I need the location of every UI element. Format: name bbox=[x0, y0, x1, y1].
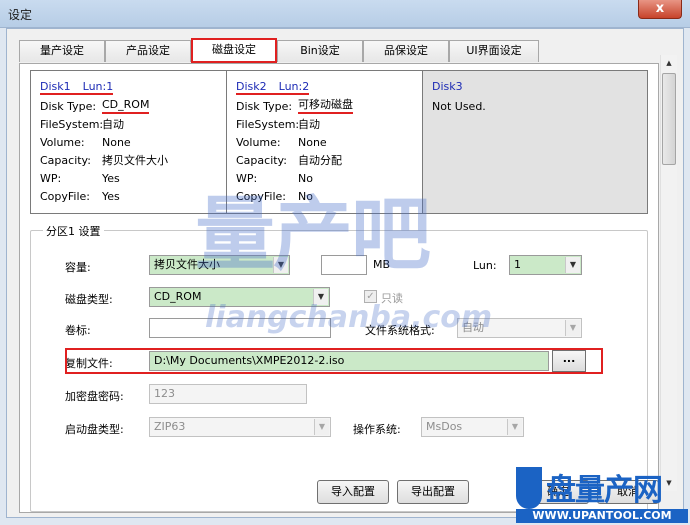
disk2-row: FileSystem: 自动 bbox=[236, 116, 422, 134]
lun-value: 1 bbox=[514, 258, 521, 271]
copy-file-highlight bbox=[65, 348, 603, 374]
disk2-row: Disk Type: 可移动磁盘 bbox=[236, 98, 422, 116]
capacity-label: 容量: bbox=[65, 261, 91, 274]
disk1-value: Yes bbox=[102, 190, 120, 203]
logo-cn-text: 盘量产网 bbox=[546, 473, 663, 508]
boot-type-label: 启动盘类型: bbox=[65, 423, 124, 436]
disk3-card[interactable]: Disk3 Not Used. bbox=[423, 71, 647, 213]
disk1-row: Disk Type: CD_ROM bbox=[40, 98, 226, 116]
disk3-name: Disk3 bbox=[432, 80, 463, 93]
disk3-status: Not Used. bbox=[432, 100, 486, 113]
disk2-key: Volume: bbox=[236, 136, 281, 149]
watermark-url: liangchanba.com bbox=[205, 300, 493, 335]
disk1-row: Capacity: 拷贝文件大小 bbox=[40, 152, 226, 170]
disk2-row: Volume: None bbox=[236, 134, 422, 152]
disk1-lun: Lun:1 bbox=[70, 80, 114, 95]
disk1-key: WP: bbox=[40, 172, 62, 185]
close-button[interactable]: x bbox=[638, 0, 682, 19]
tab-quality[interactable]: 品保设定 bbox=[363, 40, 449, 62]
disk1-type-value: CD_ROM bbox=[102, 98, 150, 114]
boot-type-value: ZIP63 bbox=[154, 420, 186, 433]
disk1-value: 拷贝文件大小 bbox=[102, 154, 168, 167]
os-select[interactable]: MsDos ▼ bbox=[421, 417, 524, 437]
disk1-key: Volume: bbox=[40, 136, 85, 149]
disk2-key: FileSystem: bbox=[236, 118, 300, 131]
disk2-lun: Lun:2 bbox=[266, 80, 310, 95]
disk1-value: Yes bbox=[102, 172, 120, 185]
disk-type-value: CD_ROM bbox=[154, 290, 202, 303]
disk2-name: Disk2 bbox=[236, 80, 267, 95]
disk1-key: FileSystem: bbox=[40, 118, 104, 131]
disk-type-label: 磁盘类型: bbox=[65, 293, 113, 306]
lun-label: Lun: bbox=[473, 259, 497, 272]
disk1-key: Capacity: bbox=[40, 154, 91, 167]
disk1-value: None bbox=[102, 136, 131, 149]
vertical-scrollbar[interactable]: ▲ ▼ bbox=[660, 55, 677, 491]
tab-bin[interactable]: Bin设定 bbox=[277, 40, 363, 62]
disk2-value: None bbox=[298, 136, 327, 149]
chevron-down-icon: ▼ bbox=[565, 257, 580, 273]
site-logo: 盘量产网 WWW.UPANTOOL.COM bbox=[516, 467, 688, 523]
export-config-button[interactable]: 导出配置 bbox=[397, 480, 469, 504]
disk2-value: 自动分配 bbox=[298, 154, 342, 167]
chevron-down-icon: ▼ bbox=[565, 320, 580, 336]
disk1-key: CopyFile: bbox=[40, 190, 91, 203]
disk2-row: Capacity: 自动分配 bbox=[236, 152, 422, 170]
disk1-value: 自动 bbox=[102, 118, 124, 131]
partition1-group-title: 分区1 设置 bbox=[43, 223, 104, 239]
disk1-row: Volume: None bbox=[40, 134, 226, 152]
logo-domain: WWW.UPANTOOL.COM bbox=[516, 509, 688, 523]
disk1-row: FileSystem: 自动 bbox=[40, 116, 226, 134]
disk2-key: Capacity: bbox=[236, 154, 287, 167]
title-bar: 设定 x bbox=[0, 0, 690, 28]
tab-ui[interactable]: UI界面设定 bbox=[449, 40, 539, 62]
disk2-header: Disk2 Lun:2 bbox=[236, 80, 422, 98]
scroll-thumb[interactable] bbox=[662, 73, 676, 165]
u-disk-logo-icon bbox=[516, 467, 542, 509]
volume-label: 卷标: bbox=[65, 324, 91, 337]
disk2-key: Disk Type: bbox=[236, 100, 293, 113]
import-config-button[interactable]: 导入配置 bbox=[317, 480, 389, 504]
tab-strip: 量产设定 产品设定 磁盘设定 Bin设定 品保设定 UI界面设定 bbox=[19, 38, 539, 64]
disk1-name: Disk1 bbox=[40, 80, 71, 95]
disk-settings-panel: Disk1 Lun:1 Disk Type: CD_ROM FileSystem: 自… bbox=[19, 63, 659, 513]
os-label: 操作系统: bbox=[353, 423, 401, 436]
tab-disk[interactable]: 磁盘设定 bbox=[191, 38, 277, 63]
watermark-text: 量产吧 bbox=[195, 188, 431, 281]
disk1-key: Disk Type: bbox=[40, 100, 97, 113]
scroll-up-icon[interactable]: ▲ bbox=[661, 55, 677, 71]
disk2-value: 自动 bbox=[298, 118, 320, 131]
boot-type-select[interactable]: ZIP63 ▼ bbox=[149, 417, 331, 437]
tab-product[interactable]: 产品设定 bbox=[105, 40, 191, 62]
os-value: MsDos bbox=[426, 420, 463, 433]
chevron-down-icon: ▼ bbox=[507, 419, 522, 435]
tab-mass-production[interactable]: 量产设定 bbox=[19, 40, 105, 62]
window-title: 设定 bbox=[8, 8, 33, 22]
lun-select[interactable]: 1 ▼ bbox=[509, 255, 582, 275]
disk2-type-value: 可移动磁盘 bbox=[298, 98, 353, 114]
password-label: 加密盘密码: bbox=[65, 390, 124, 403]
chevron-down-icon: ▼ bbox=[314, 419, 329, 435]
disk1-header: Disk1 Lun:1 bbox=[40, 80, 226, 98]
password-input[interactable]: 123 bbox=[149, 384, 307, 404]
